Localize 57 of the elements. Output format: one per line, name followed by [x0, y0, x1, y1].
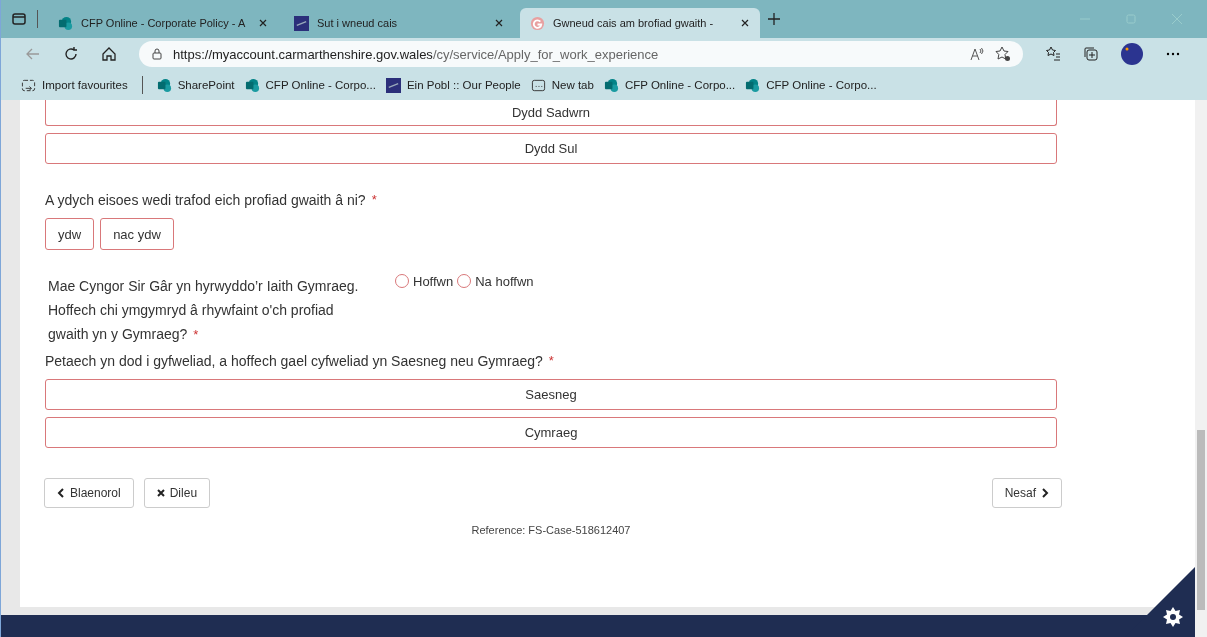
question-label: A ydych eisoes wedi trafod eich profiad gwaith â ni?	[45, 192, 366, 208]
cookie-settings-icon[interactable]	[1163, 607, 1183, 627]
read-aloud-icon[interactable]	[969, 46, 985, 62]
tab-actions-icon[interactable]	[11, 11, 27, 27]
question-label: Petaech yn dod i gyfweliad, a hoffech gael cyfweliad yn Saesneg neu Gymraeg?	[45, 353, 543, 369]
browser-tab[interactable]: Gwneud cais am brofiad gwaith -	[520, 8, 760, 38]
required-mark: *	[371, 192, 377, 208]
url-text: https://myaccount.carmarthenshire.gov.wales/cy/service/Apply_for_work_experience	[173, 46, 659, 62]
profile-avatar-icon[interactable]	[1121, 43, 1143, 65]
sharepoint-logo-icon	[58, 15, 73, 31]
close-icon[interactable]	[740, 18, 750, 28]
chevron-left-icon	[57, 488, 65, 498]
close-icon[interactable]	[258, 18, 268, 28]
new-tab-plus-icon[interactable]	[766, 11, 782, 27]
favourites-list-icon[interactable]	[1045, 46, 1061, 62]
option-button[interactable]: ydw	[45, 218, 95, 250]
g-logo-icon	[530, 15, 545, 31]
new-tab-icon	[530, 77, 546, 93]
home-icon[interactable]	[101, 46, 117, 62]
radio-option[interactable]: Hoffwn	[395, 274, 454, 347]
browser-tab[interactable]: CFP Online - Corporate Policy - A	[48, 8, 278, 38]
close-icon[interactable]	[494, 18, 504, 28]
next-button[interactable]: Nesaf	[991, 478, 1062, 508]
option-button[interactable]: Dydd Sul	[45, 133, 1057, 164]
favourite-link[interactable]: CFP Online - Corpo...	[603, 77, 736, 93]
favourite-link[interactable]: CFP Online - Corpo...	[745, 77, 877, 93]
previous-button[interactable]: Blaenorol	[44, 478, 134, 508]
site-logo-icon	[294, 15, 309, 31]
option-button[interactable]: nac ydw	[100, 218, 174, 250]
favourite-link[interactable]: Ein Pobl :: Our People	[385, 77, 521, 93]
address-bar[interactable]: https://myaccount.carmarthenshire.gov.wales/cy/service/Apply_for_work_experience	[139, 41, 1023, 67]
site-logo-icon	[385, 77, 401, 93]
favourite-link[interactable]: Import favourites	[21, 77, 128, 93]
star-add-icon[interactable]	[995, 46, 1011, 62]
browser-tab[interactable]: Sut i wneud cais	[284, 8, 514, 38]
question-label: Mae Cyngor Sir Gâr yn hyrwyddo’r Iaith Gymraeg. Hoffech chi ymgymryd â rhywfaint o'ch profiad gwaith yn y Gymraeg? *	[48, 277, 360, 344]
option-button[interactable]: Dydd Sadwrn	[45, 100, 1057, 126]
reload-icon[interactable]	[63, 46, 79, 62]
reference-text: Reference: FS-Case-518612407	[470, 524, 632, 536]
cross-icon	[156, 488, 165, 498]
lock-icon	[151, 48, 163, 60]
favourite-link[interactable]: New tab	[530, 77, 594, 93]
scrollbar[interactable]	[1195, 100, 1207, 637]
sharepoint-logo-icon	[244, 77, 260, 93]
favourite-link[interactable]: CFP Online - Corpo...	[244, 77, 376, 93]
option-button[interactable]: Saesneg	[45, 379, 1057, 410]
sharepoint-logo-icon	[745, 77, 761, 93]
required-mark: *	[548, 353, 554, 369]
favourite-link[interactable]: SharePoint	[156, 77, 235, 93]
sharepoint-logo-icon	[603, 77, 619, 93]
delete-button[interactable]: Dileu	[143, 478, 211, 508]
sharepoint-logo-icon	[156, 77, 172, 93]
chevron-right-icon	[1041, 488, 1049, 498]
radio-option[interactable]: Na hoffwn	[457, 274, 534, 347]
option-button[interactable]: Cymraeg	[45, 417, 1057, 448]
collections-icon[interactable]	[1083, 46, 1099, 62]
import-icon	[21, 77, 36, 93]
